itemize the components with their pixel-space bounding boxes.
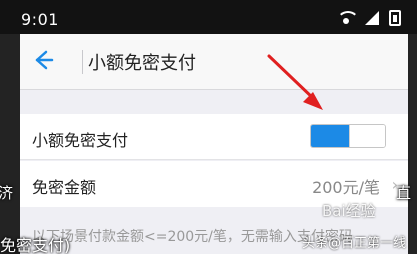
screen-shadow-right	[408, 34, 417, 254]
overlay-text-left: 济	[0, 184, 14, 202]
payment-toggle[interactable]	[310, 124, 386, 148]
watermark-credit: 头条@百正第一线	[302, 236, 407, 251]
setting-label: 小额免密支付	[32, 131, 129, 150]
arrow-left-icon[interactable]	[28, 46, 56, 74]
watermark: Bai经验	[322, 202, 376, 220]
page-title: 小额免密支付	[88, 53, 196, 74]
header-bar: 小额免密支付	[20, 34, 408, 90]
setting-row-small-amount-payment: 小额免密支付	[20, 114, 408, 160]
overlay-text-right: 直	[396, 184, 412, 202]
setting-label: 免密金额	[32, 178, 97, 197]
overlay-text-bottom: 免密支付)	[0, 236, 71, 254]
header-divider	[82, 50, 83, 74]
status-time: 9:01	[21, 10, 59, 29]
battery-icon	[389, 10, 401, 26]
red-arrow-icon	[267, 54, 323, 110]
status-bar: 9:01	[0, 0, 417, 34]
toggle-knob	[349, 125, 385, 147]
signal-icon	[365, 11, 379, 25]
toggle-on-track	[311, 125, 349, 147]
status-icons	[337, 10, 401, 26]
wifi-icon	[337, 11, 359, 25]
screen-shadow-left	[0, 34, 20, 254]
setting-value: 200元/笔	[312, 178, 380, 197]
settings-screen: 小额免密支付 小额免密支付 免密金额 200元/笔 › 以下场景付款金额<=20…	[20, 34, 408, 254]
